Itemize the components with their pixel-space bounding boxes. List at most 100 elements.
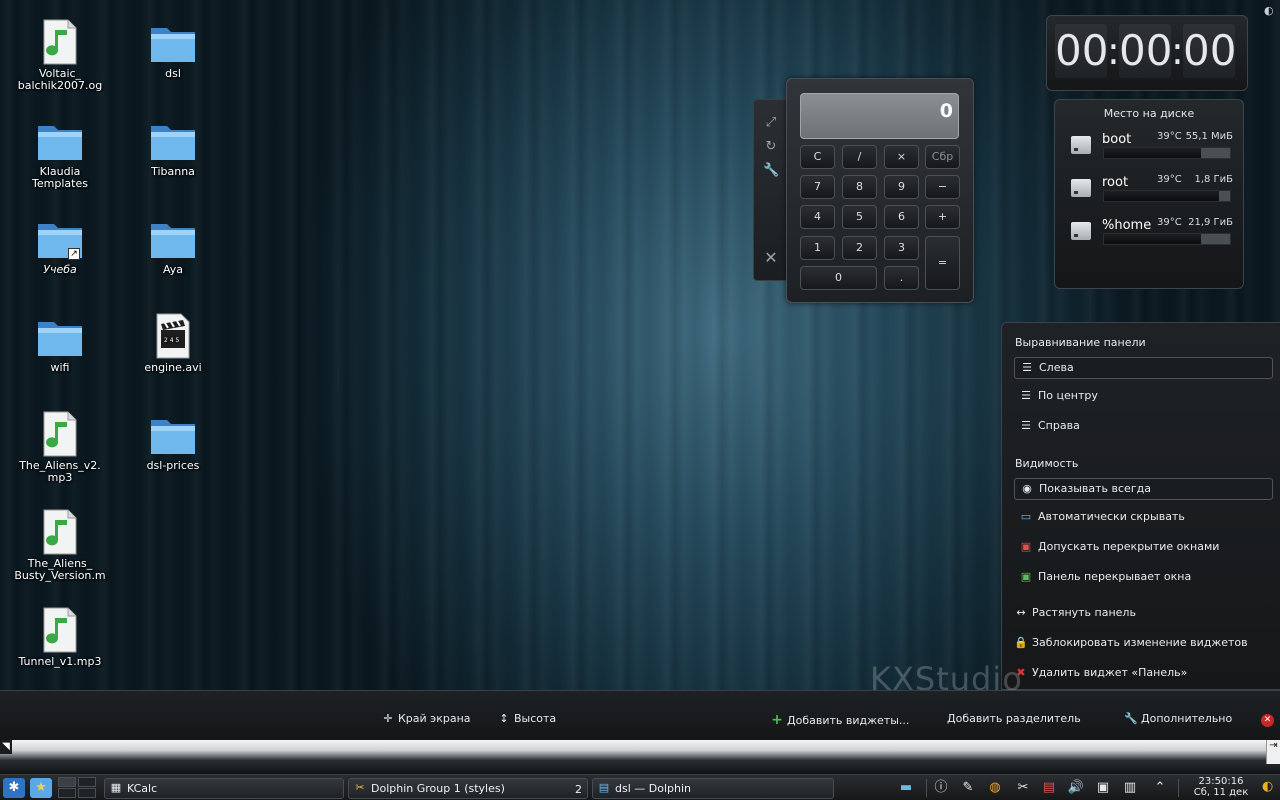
calc-button-9[interactable]: 9 <box>884 175 919 199</box>
calc-button-dot[interactable]: . <box>884 266 919 290</box>
desktop-icon-the-aliens-v2[interactable]: The_Aliens_v2. mp3 <box>12 410 108 484</box>
disk-row-home[interactable]: %home 39°C 21,9 ГиБ <box>1067 216 1235 250</box>
task-dsl-dolphin[interactable]: ▤ dsl — Dolphin <box>592 778 834 799</box>
desktop-icon-klaudia-templates[interactable]: Klaudia Templates <box>12 116 108 190</box>
right-edge-slider[interactable]: ⇥ <box>1266 740 1280 764</box>
align-left-option[interactable]: ☰ Слева <box>1014 357 1273 379</box>
desktop-icon-label: Tibanna <box>151 166 195 178</box>
disk-free: 55,1 МиБ <box>1185 131 1233 142</box>
desktop-icon-label: The_Aliens_v2. mp3 <box>19 460 101 484</box>
dolphin-icon: ✂ <box>355 781 365 794</box>
calc-button-1[interactable]: 1 <box>800 236 835 260</box>
lock-icon: 🔒 <box>1014 636 1028 649</box>
klipper-icon[interactable]: ◍ <box>985 778 1005 798</box>
rotate-icon[interactable]: ↻ <box>763 139 779 155</box>
desktop-2-cell[interactable] <box>78 777 96 787</box>
calc-button-7[interactable]: 7 <box>800 175 835 199</box>
screen-edge-button[interactable]: ✛ Край экрана <box>381 712 470 725</box>
kde-menu-launcher-icon[interactable]: ✱ <box>3 778 25 798</box>
more-settings-button[interactable]: 🔧 Дополнительно <box>1124 712 1232 725</box>
desktop-4-cell[interactable] <box>78 788 96 798</box>
desktop-icon-tibanna[interactable]: Tibanna <box>125 116 221 178</box>
add-spacer-button[interactable]: Добавить разделитель <box>947 712 1081 725</box>
moon-phase-icon[interactable]: ◐ <box>1262 779 1278 795</box>
close-panel-controller-icon[interactable]: ✕ <box>1261 714 1274 727</box>
wrench-icon[interactable]: 🔧 <box>763 163 779 179</box>
disk-row-root[interactable]: root 39°C 1,8 ГиБ <box>1067 173 1235 207</box>
calc-button-reset[interactable]: Сбр <box>925 145 960 169</box>
calc-button-4[interactable]: 4 <box>800 205 835 229</box>
disk-temp: 39°C <box>1157 174 1182 185</box>
network-icon[interactable]: ▣ <box>1093 778 1113 798</box>
desktop-icon-the-aliens-busty[interactable]: The_Aliens_ Busty_Version.m <box>12 508 108 582</box>
info-icon[interactable]: ⓘ <box>931 778 951 798</box>
desktop-icon-dsl-prices[interactable]: dsl-prices <box>125 410 221 472</box>
desktop-icon-ucheba[interactable]: ↗ Учеба <box>12 214 108 276</box>
scissors-icon[interactable]: ✂ <box>1013 778 1033 798</box>
desktop-icon-tunnel-v1[interactable]: Tunnel_v1.mp3 <box>12 606 108 668</box>
option-label: Допускать перекрытие окнами <box>1038 540 1220 553</box>
task-group-count: 2 <box>575 783 582 796</box>
calc-button-3[interactable]: 3 <box>884 236 919 260</box>
task-label: dsl — Dolphin <box>615 782 692 795</box>
desktop-icon-wifi[interactable]: wifi <box>12 312 108 374</box>
close-icon[interactable]: ✕ <box>763 250 779 266</box>
calc-button-divide[interactable]: / <box>842 145 877 169</box>
desktop-3-cell[interactable] <box>58 788 76 798</box>
show-desktop-icon[interactable]: ▬ <box>896 778 916 798</box>
windows-can-cover-option[interactable]: ▣ Допускать перекрытие окнами <box>1014 537 1273 559</box>
lock-widgets-action[interactable]: 🔒 Заблокировать изменение виджетов <box>1014 633 1247 653</box>
calc-button-clear[interactable]: C <box>800 145 835 169</box>
resize-icon[interactable]: ⤢ <box>763 115 779 131</box>
task-kcalc[interactable]: ▦ KCalc <box>104 778 344 799</box>
align-center-option[interactable]: ☰ По центру <box>1014 386 1273 408</box>
align-right-option[interactable]: ☰ Справа <box>1014 416 1273 438</box>
panel-covers-windows-option[interactable]: ▣ Панель перекрывает окна <box>1014 567 1273 589</box>
video-file-icon: 2 4 5 <box>156 313 190 359</box>
left-edge-slider[interactable]: ◥ <box>0 740 12 754</box>
tray-expand-arrow-icon[interactable]: ⌃ <box>1150 778 1170 798</box>
remove-panel-action[interactable]: ✖ Удалить виджет «Панель» <box>1014 663 1187 683</box>
calc-button-6[interactable]: 6 <box>884 205 919 229</box>
always-visible-option[interactable]: ◉ Показывать всегда <box>1014 478 1273 500</box>
folder-window-icon: ▤ <box>598 781 610 794</box>
option-label: Автоматически скрывать <box>1038 510 1185 523</box>
option-label: Панель перекрывает окна <box>1038 570 1192 583</box>
maximize-panel-action[interactable]: ↔ Растянуть панель <box>1014 603 1136 623</box>
option-label: Слева <box>1039 361 1074 374</box>
desktop-icon-label: Aya <box>162 264 184 276</box>
folder-icon <box>38 322 82 356</box>
virtual-desktop-pager[interactable] <box>58 777 98 799</box>
disk-row-boot[interactable]: boot 39°C 55,1 МиБ <box>1067 130 1235 164</box>
panel-cover-icon: ▣ <box>1020 570 1032 583</box>
desktop-icon-voltaic[interactable]: Voltaic_ balchik2007.og <box>12 18 108 92</box>
height-button[interactable]: ↕ Высота <box>497 712 556 725</box>
volume-icon[interactable]: 🔊 <box>1066 778 1086 798</box>
clipboard-icon[interactable]: ▥ <box>1120 778 1140 798</box>
calc-button-5[interactable]: 5 <box>842 205 877 229</box>
taskbar-clock[interactable]: 23:50:16 Сб, 11 дек <box>1186 776 1256 798</box>
digital-clock-widget: 00 : 00 : 00 <box>1046 15 1248 91</box>
desktop-icon-engine-avi[interactable]: 2 4 5 engine.avi <box>125 312 221 374</box>
pen-icon[interactable]: ✎ <box>958 778 978 798</box>
clock-date: Сб, 11 дек <box>1193 787 1249 798</box>
widget-settings-icon[interactable]: ◐ <box>1264 4 1276 17</box>
desktop-icon-aya[interactable]: Aya <box>125 214 221 276</box>
calc-button-equals[interactable]: = <box>925 236 960 290</box>
calc-button-multiply[interactable]: × <box>884 145 919 169</box>
calc-button-8[interactable]: 8 <box>842 175 877 199</box>
add-widgets-button[interactable]: + Добавить виджеты... <box>770 712 909 728</box>
desktop-1-cell[interactable] <box>58 777 76 787</box>
folder-icon <box>151 28 195 62</box>
calc-button-2[interactable]: 2 <box>842 236 877 260</box>
desktop-icon-dsl[interactable]: dsl <box>125 18 221 80</box>
calc-button-plus[interactable]: + <box>925 205 960 229</box>
desktop-icon-label: engine.avi <box>144 362 202 374</box>
disk-usage-bar <box>1103 190 1231 202</box>
calc-button-0[interactable]: 0 <box>800 266 877 290</box>
task-dolphin-group[interactable]: ✂ Dolphin Group 1 (styles) 2 <box>348 778 588 799</box>
calc-button-minus[interactable]: − <box>925 175 960 199</box>
favorites-folder-icon[interactable]: ★ <box>30 778 52 798</box>
us-flag-keyboard-icon[interactable]: ▤ <box>1039 778 1059 798</box>
auto-hide-option[interactable]: ▭ Автоматически скрывать <box>1014 507 1273 529</box>
